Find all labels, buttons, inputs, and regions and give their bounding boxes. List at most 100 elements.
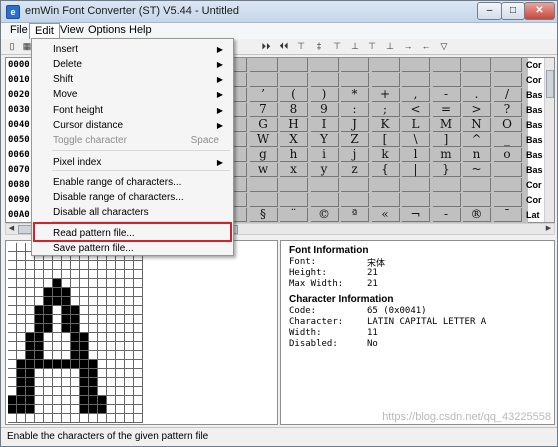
pixel-cell[interactable] — [116, 288, 125, 297]
character-cell[interactable]: Y — [310, 133, 339, 147]
pixel-cell[interactable] — [44, 378, 53, 387]
pixel-cell[interactable] — [53, 288, 62, 297]
pixel-cell[interactable] — [134, 378, 143, 387]
pixel-cell[interactable] — [35, 288, 44, 297]
pixel-cell[interactable] — [26, 324, 35, 333]
character-cell[interactable] — [371, 73, 400, 87]
pixel-cell[interactable] — [62, 351, 71, 360]
pixel-cell[interactable] — [35, 387, 44, 396]
align-top-icon[interactable]: ⊤ — [330, 39, 344, 54]
pixel-cell[interactable] — [44, 351, 53, 360]
new-file-icon[interactable]: ▯ — [5, 39, 19, 54]
pixel-cell[interactable] — [116, 324, 125, 333]
pixel-cell[interactable] — [53, 279, 62, 288]
pixel-cell[interactable] — [44, 261, 53, 270]
pixel-cell[interactable] — [134, 369, 143, 378]
pixel-cell[interactable] — [98, 378, 107, 387]
pixel-cell[interactable] — [125, 360, 134, 369]
pixel-cell[interactable] — [134, 333, 143, 342]
pixel-cell[interactable] — [125, 270, 134, 279]
pixel-cell[interactable] — [26, 414, 35, 423]
menu-item-enable-range-of-characters[interactable]: Enable range of characters... — [34, 175, 231, 190]
pixel-cell[interactable] — [44, 279, 53, 288]
character-cell[interactable]: * — [341, 88, 369, 102]
pixel-cell[interactable] — [26, 387, 35, 396]
pixel-cell[interactable] — [107, 342, 116, 351]
character-cell[interactable]: 7 — [249, 103, 278, 117]
pixel-cell[interactable] — [71, 297, 80, 306]
character-cell[interactable]: ® — [463, 208, 491, 222]
pixel-cell[interactable] — [26, 360, 35, 369]
character-cell[interactable]: 8 — [280, 103, 308, 117]
character-cell[interactable]: W — [249, 133, 278, 147]
pixel-cell[interactable] — [62, 387, 71, 396]
pixel-cell[interactable] — [26, 288, 35, 297]
pixel-cell[interactable] — [35, 396, 44, 405]
character-cell[interactable]: y — [310, 163, 339, 177]
character-cell[interactable]: ¨ — [280, 208, 308, 222]
pixel-cell[interactable] — [89, 405, 98, 414]
pixel-cell[interactable] — [71, 387, 80, 396]
pixel-cell[interactable] — [89, 324, 98, 333]
pixel-cell[interactable] — [8, 279, 17, 288]
pixel-cell[interactable] — [71, 324, 80, 333]
pixel-cell[interactable] — [134, 414, 143, 423]
pixel-cell[interactable] — [8, 270, 17, 279]
pixel-cell[interactable] — [80, 405, 89, 414]
pixel-cell[interactable] — [98, 387, 107, 396]
pixel-cell[interactable] — [17, 360, 26, 369]
pixel-cell[interactable] — [17, 252, 26, 261]
pixel-cell[interactable] — [62, 261, 71, 270]
pixel-cell[interactable] — [8, 414, 17, 423]
character-cell[interactable] — [249, 178, 278, 192]
pixel-editor[interactable] — [5, 240, 278, 425]
pixel-cell[interactable] — [53, 378, 62, 387]
pixel-cell[interactable] — [53, 414, 62, 423]
pixel-cell[interactable] — [8, 252, 17, 261]
pixel-cell[interactable] — [62, 333, 71, 342]
pixel-cell[interactable] — [80, 378, 89, 387]
character-cell[interactable]: - — [432, 88, 461, 102]
menu-item-move[interactable]: Move ▶ — [34, 87, 231, 102]
pixel-cell[interactable] — [71, 369, 80, 378]
pixel-cell[interactable] — [26, 369, 35, 378]
pixel-cell[interactable] — [35, 324, 44, 333]
pixel-cell[interactable] — [107, 324, 116, 333]
pixel-cell[interactable] — [98, 315, 107, 324]
pixel-cell[interactable] — [89, 315, 98, 324]
pixel-cell[interactable] — [125, 306, 134, 315]
pixel-cell[interactable] — [107, 351, 116, 360]
character-cell[interactable]: < — [402, 103, 430, 117]
character-cell[interactable] — [280, 73, 308, 87]
pixel-cell[interactable] — [53, 324, 62, 333]
pixel-cell[interactable] — [80, 387, 89, 396]
character-cell[interactable]: N — [463, 118, 491, 132]
pixel-cell[interactable] — [62, 360, 71, 369]
pixel-cell[interactable] — [71, 360, 80, 369]
pixel-cell[interactable] — [71, 315, 80, 324]
pixel-cell[interactable] — [71, 378, 80, 387]
character-cell[interactable]: h — [280, 148, 308, 162]
pixel-cell[interactable] — [125, 297, 134, 306]
pixel-cell[interactable] — [17, 324, 26, 333]
pixel-cell[interactable] — [35, 270, 44, 279]
pixel-cell[interactable] — [71, 351, 80, 360]
pixel-cell[interactable] — [17, 405, 26, 414]
pixel-cell[interactable] — [89, 288, 98, 297]
character-cell[interactable]: g — [249, 148, 278, 162]
pixel-cell[interactable] — [8, 306, 17, 315]
pixel-cell[interactable] — [8, 324, 17, 333]
character-cell[interactable] — [310, 178, 339, 192]
pixel-cell[interactable] — [116, 360, 125, 369]
pixel-cell[interactable] — [134, 297, 143, 306]
character-cell[interactable]: . — [463, 88, 491, 102]
pixel-cell[interactable] — [116, 369, 125, 378]
pixel-cell[interactable] — [125, 279, 134, 288]
pixel-cell[interactable] — [134, 396, 143, 405]
scroll-left-icon[interactable]: ◀ — [6, 224, 17, 234]
character-cell[interactable]: ^ — [463, 133, 491, 147]
character-cell[interactable] — [402, 73, 430, 87]
character-cell[interactable]: o — [493, 148, 522, 162]
pixel-cell[interactable] — [44, 270, 53, 279]
pixel-cell[interactable] — [53, 306, 62, 315]
